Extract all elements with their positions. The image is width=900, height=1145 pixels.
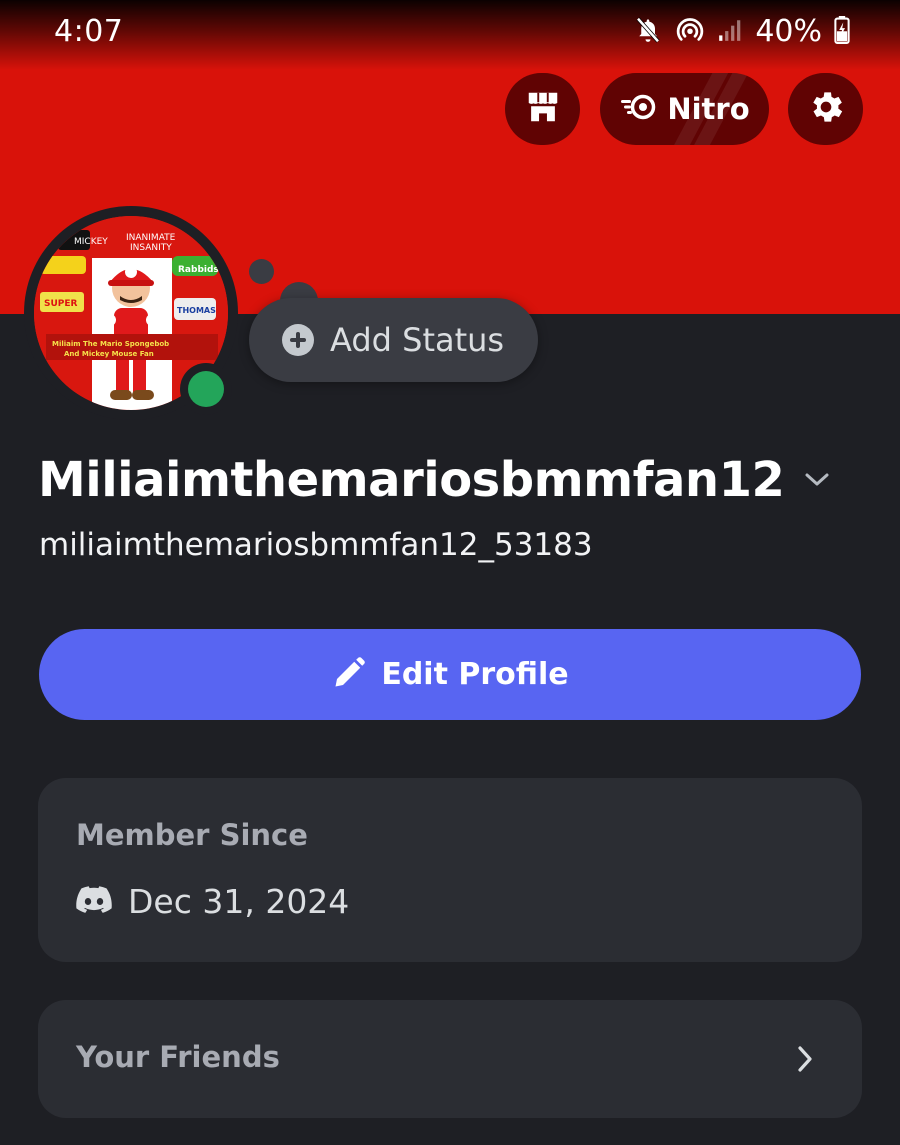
thought-bubble-small bbox=[249, 259, 274, 284]
avatar-caption-line1: Miliaim The Mario Spongebob bbox=[52, 340, 169, 348]
member-since-row: Dec 31, 2024 bbox=[76, 882, 349, 921]
status-icons: 40% bbox=[633, 14, 850, 49]
your-friends-row[interactable]: Your Friends bbox=[38, 1000, 862, 1118]
online-status-dot bbox=[188, 371, 224, 407]
gear-icon bbox=[806, 87, 846, 131]
battery-charging-icon bbox=[834, 15, 850, 48]
member-since-card: Member Since Dec 31, 2024 bbox=[38, 778, 862, 962]
chevron-right-icon bbox=[796, 1044, 814, 1078]
add-status-label: Add Status bbox=[330, 321, 505, 359]
member-since-title: Member Since bbox=[76, 818, 308, 852]
avatar-text-inanimate: INANIMATE bbox=[126, 233, 176, 243]
pencil-icon bbox=[331, 655, 367, 695]
battery-percent: 40% bbox=[755, 14, 822, 49]
avatar-text-mario: SUPER bbox=[44, 299, 78, 309]
edit-profile-label: Edit Profile bbox=[381, 657, 569, 692]
display-name-switcher[interactable]: Miliaimthemariosbmmfan12 bbox=[38, 452, 830, 508]
status-time: 4:07 bbox=[54, 14, 124, 49]
avatar-text-insanity: INSANITY bbox=[130, 243, 172, 253]
status-bar: 4:07 40% bbox=[0, 0, 900, 70]
mute-icon bbox=[633, 15, 663, 49]
shop-button[interactable] bbox=[505, 73, 580, 145]
settings-button[interactable] bbox=[788, 73, 863, 145]
add-status-button[interactable]: Add Status bbox=[249, 298, 538, 382]
member-since-date: Dec 31, 2024 bbox=[128, 882, 350, 921]
username: miliaimthemariosbmmfan12_53183 bbox=[39, 527, 593, 563]
shop-icon bbox=[524, 88, 562, 130]
avatar-caption-line2: And Mickey Mouse Fan bbox=[64, 350, 154, 358]
edit-profile-button[interactable]: Edit Profile bbox=[39, 629, 861, 720]
avatar-text-mickey: MICKEY bbox=[74, 237, 108, 247]
your-friends-label: Your Friends bbox=[76, 1040, 280, 1074]
avatar-text-thomas: THOMAS bbox=[177, 306, 216, 315]
chevron-down-icon[interactable] bbox=[804, 471, 830, 493]
discord-logo-icon bbox=[76, 885, 112, 918]
nitro-button[interactable]: Nitro bbox=[600, 73, 769, 145]
hotspot-icon bbox=[675, 15, 705, 49]
nitro-icon bbox=[619, 92, 659, 126]
nitro-label: Nitro bbox=[667, 92, 750, 126]
avatar-text-rabbids: Rabbids bbox=[178, 265, 219, 275]
plus-circle-icon bbox=[282, 324, 314, 356]
display-name: Miliaimthemariosbmmfan12 bbox=[38, 452, 785, 508]
signal-icon bbox=[717, 17, 743, 47]
